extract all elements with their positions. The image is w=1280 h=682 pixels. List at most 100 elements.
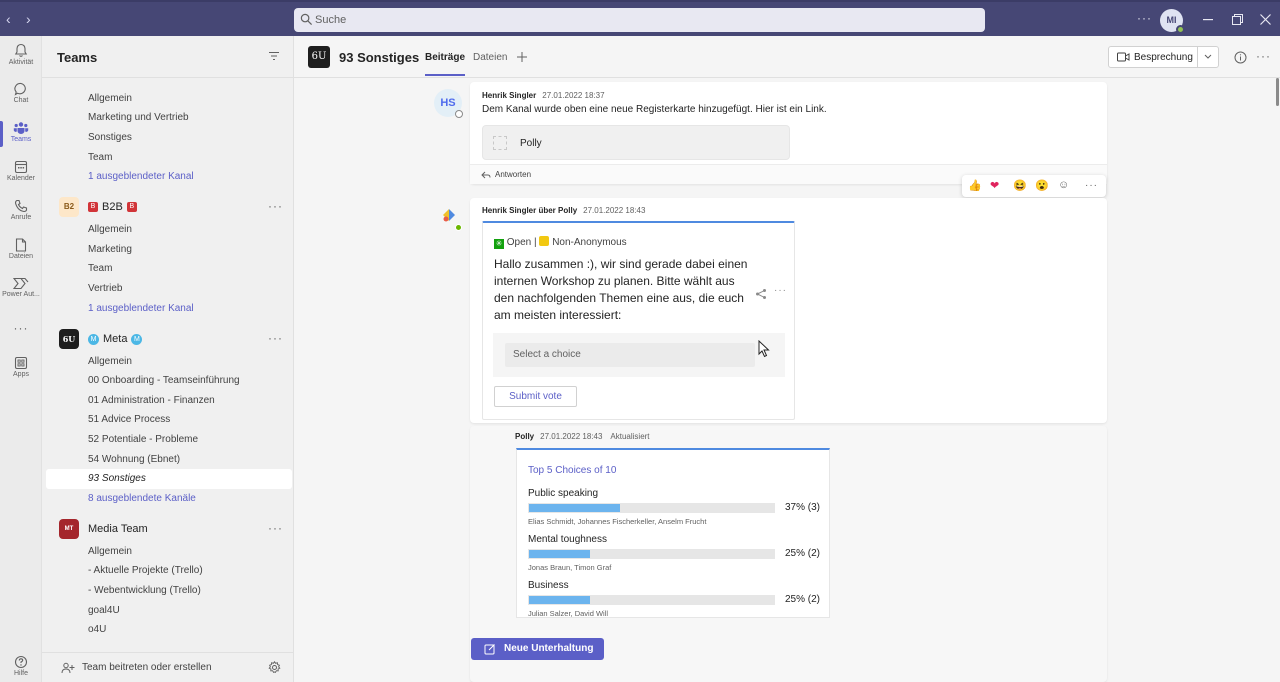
channel-item[interactable]: Marketing	[88, 244, 132, 255]
author-name[interactable]: Henrik Singler	[482, 91, 536, 100]
hidden-channels-link[interactable]: 1 ausgeblendeter Kanal	[88, 303, 194, 314]
channel-item[interactable]: Vertrieb	[88, 283, 122, 294]
app-label: Power Aut...	[2, 291, 40, 298]
app-apps[interactable]: Apps	[0, 356, 42, 378]
channel-item[interactable]: Allgemein	[88, 224, 132, 235]
more-apps-icon[interactable]: ···	[0, 321, 42, 335]
reply-arrow-icon	[481, 171, 491, 179]
channel-item[interactable]: Allgemein	[88, 546, 132, 557]
submit-vote-button[interactable]: Submit vote	[494, 386, 577, 407]
emoji-b-icon: B	[88, 202, 98, 212]
result-percent: 25% (2)	[785, 594, 821, 605]
power-automate-icon	[13, 277, 29, 290]
like-reaction-icon[interactable]: 👍	[968, 179, 982, 192]
team-more-icon[interactable]: ···	[268, 331, 283, 345]
hidden-channels-link[interactable]: 8 ausgeblendete Kanäle	[88, 493, 196, 504]
result-voters: Jonas Braun, Timon Graf	[528, 563, 612, 572]
page-title: Teams	[57, 50, 98, 65]
tab-link-card[interactable]: Polly	[482, 125, 790, 160]
channel-item[interactable]: o4U	[88, 624, 106, 635]
app-teams[interactable]: Teams	[0, 121, 42, 147]
laugh-reaction-icon[interactable]: 😆	[1013, 179, 1027, 192]
channel-item[interactable]: - Webentwicklung (Trello)	[88, 585, 201, 596]
author-name[interactable]: Polly	[515, 432, 534, 441]
app-label: Hilfe	[13, 670, 28, 677]
channel-item[interactable]: Allgemein	[88, 356, 132, 367]
open-status-icon: ✳	[494, 239, 504, 249]
add-team-icon	[61, 662, 75, 674]
channel-item[interactable]: 00 Onboarding - Teamseinführung	[88, 375, 240, 386]
team-meta[interactable]: 6U M Meta M ···	[42, 329, 293, 351]
choice-container: Select a choice	[493, 333, 785, 377]
back-arrow-icon[interactable]: ‹	[6, 11, 11, 27]
settings-gear-icon[interactable]	[268, 661, 281, 674]
channel-item[interactable]: Sonstiges	[88, 132, 132, 143]
anonymity-icon	[539, 236, 550, 246]
channel-item[interactable]: goal4U	[88, 605, 120, 616]
app-bar: Aktivität Chat Teams Kalender Anrufe Dat…	[0, 36, 42, 682]
restore-icon[interactable]	[1232, 14, 1243, 25]
user-avatar[interactable]: MI	[1160, 9, 1185, 34]
choice-placeholder: Select a choice	[513, 349, 581, 360]
channel-item[interactable]: 51 Advice Process	[88, 414, 170, 425]
author-name[interactable]: Henrik Singler über Polly	[482, 206, 577, 215]
poll-question: Hallo zusammen :), wir sind gerade dabei…	[494, 257, 748, 322]
minimize-icon[interactable]	[1203, 19, 1213, 21]
app-power-automate[interactable]: Power Aut...	[0, 277, 42, 298]
forward-arrow-icon[interactable]: ›	[26, 11, 31, 27]
team-more-icon[interactable]: ···	[268, 521, 283, 535]
more-options-icon[interactable]: ···	[774, 285, 787, 296]
app-files[interactable]: Dateien	[0, 238, 42, 260]
channel-item[interactable]: Team	[88, 263, 112, 274]
new-conversation-button[interactable]: Neue Unterhaltung	[471, 638, 604, 660]
team-avatar: B2	[59, 197, 79, 217]
search-input[interactable]: Suche	[294, 8, 985, 32]
teams-panel-header: Teams	[42, 36, 293, 78]
channel-title: 93 Sonstiges	[339, 50, 420, 65]
surprised-reaction-icon[interactable]: 😮	[1035, 179, 1049, 192]
poll-status: ✳ Open | Non-Anonymous	[494, 236, 627, 249]
tab-posts[interactable]: Beiträge	[425, 52, 466, 76]
add-reaction-icon[interactable]: ☺	[1058, 179, 1069, 191]
poll-result-item: Business 25% (2) Julian Salzer, David Will	[528, 580, 820, 624]
channel-item[interactable]: - Aktuelle Projekte (Trello)	[88, 565, 203, 576]
meeting-button[interactable]: Besprechung	[1108, 46, 1219, 68]
tab-files[interactable]: Dateien	[473, 52, 507, 63]
info-icon[interactable]	[1234, 51, 1247, 64]
channel-item-selected[interactable]: 93 Sonstiges	[88, 473, 146, 484]
app-activity[interactable]: Aktivität	[0, 43, 42, 66]
app-chat[interactable]: Chat	[0, 82, 42, 104]
channel-item[interactable]: Team	[88, 152, 112, 163]
heart-reaction-icon[interactable]: ❤	[990, 179, 999, 192]
team-more-icon[interactable]: ···	[268, 199, 283, 213]
chevron-down-icon[interactable]	[1204, 54, 1212, 59]
hidden-channels-link[interactable]: 1 ausgeblendeter Kanal	[88, 171, 194, 182]
channel-item[interactable]: Allgemein	[88, 93, 132, 104]
app-label: Chat	[13, 97, 29, 104]
app-label: Anrufe	[10, 214, 32, 221]
team-media[interactable]: MT Media Team ···	[42, 519, 293, 541]
result-bar-track	[528, 595, 775, 605]
channel-item[interactable]: 54 Wohnung (Ebnet)	[88, 454, 180, 465]
presence-indicator	[1176, 25, 1185, 34]
app-help[interactable]: Hilfe	[0, 655, 42, 677]
team-b2b[interactable]: B2 B B2B B ···	[42, 197, 293, 219]
result-label: Business	[528, 580, 569, 591]
more-options-icon[interactable]: ···	[1256, 49, 1271, 63]
channel-header: 6U 93 Sonstiges Beiträge Dateien Besprec…	[294, 36, 1280, 78]
app-calendar[interactable]: Kalender	[0, 160, 42, 182]
channel-item[interactable]: 52 Potentiale - Probleme	[88, 434, 198, 445]
result-percent: 37% (3)	[785, 502, 821, 513]
filter-icon[interactable]	[268, 51, 280, 61]
app-label: Dateien	[8, 253, 34, 260]
channel-item[interactable]: 01 Administration - Finanzen	[88, 395, 215, 406]
share-icon[interactable]	[755, 288, 767, 300]
join-team-bar[interactable]: Team beitreten oder erstellen	[42, 652, 293, 682]
add-tab-icon[interactable]	[516, 51, 528, 63]
choice-select[interactable]: Select a choice	[505, 343, 755, 367]
app-calls[interactable]: Anrufe	[0, 199, 42, 221]
scrollbar-thumb[interactable]	[1276, 78, 1279, 106]
more-actions-icon[interactable]: ···	[1085, 180, 1098, 191]
channel-item[interactable]: Marketing und Vertrieb	[88, 112, 189, 123]
close-icon[interactable]	[1260, 14, 1271, 25]
